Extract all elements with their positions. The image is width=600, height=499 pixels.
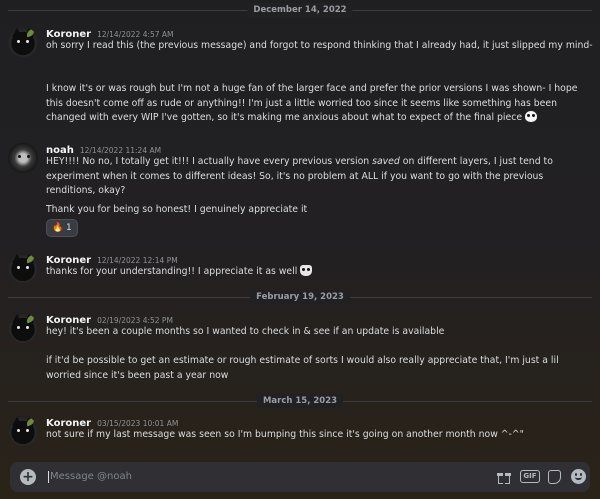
fire-emoji-icon: 🔥 — [52, 223, 64, 233]
message-text: I know it's or was rough but I'm not a h… — [46, 83, 578, 123]
date-divider-label: March 15, 2023 — [256, 394, 344, 408]
avatar[interactable] — [8, 416, 38, 446]
avatar[interactable] — [8, 143, 38, 173]
timestamp: 03/15/2023 10:01 AM — [97, 419, 179, 428]
reaction-button[interactable]: 🔥 1 — [46, 219, 78, 237]
reaction-count: 1 — [66, 223, 72, 233]
timestamp: 12/14/2022 12:14 PM — [97, 256, 178, 265]
panda-emoji-icon — [525, 111, 538, 122]
message: Koroner 12/14/2022 4:57 AM oh sorry I rea… — [0, 25, 600, 125]
avatar[interactable] — [8, 253, 38, 283]
message-input[interactable]: Message @noah — [50, 462, 132, 492]
message-text: thanks for your understanding!! I apprec… — [46, 265, 594, 280]
timestamp: 02/19/2023 4:52 PM — [97, 316, 173, 325]
message-composer: + Message @noah GIF — [10, 462, 590, 492]
gif-icon[interactable]: GIF — [520, 470, 540, 483]
date-divider: February 19, 2023 — [0, 290, 600, 304]
avatar[interactable] — [8, 27, 38, 57]
message: noah 12/14/2022 11:24 AM HEY!!!! No no, I… — [0, 141, 600, 237]
message: Koroner 02/19/2023 4:52 PM hey! it's been… — [0, 311, 600, 386]
message-text: oh sorry I read this (the previous messa… — [46, 40, 593, 51]
gift-icon[interactable] — [497, 470, 511, 484]
chat-messages: December 14, 2022 Koroner 12/14/2022 4:57… — [0, 0, 600, 460]
avatar[interactable] — [8, 313, 38, 343]
timestamp: 12/14/2022 4:57 AM — [97, 30, 174, 39]
message: Koroner 12/14/2022 12:14 PM thanks for yo… — [0, 251, 600, 283]
date-divider-label: December 14, 2022 — [247, 3, 353, 17]
date-divider: March 15, 2023 — [0, 394, 600, 408]
sticker-icon[interactable] — [548, 470, 561, 484]
message-text: hey! it's been a couple months so I want… — [46, 326, 445, 337]
date-divider-label: February 19, 2023 — [250, 290, 350, 304]
message-text: if it'd be possible to get an estimate o… — [46, 355, 559, 381]
timestamp: 12/14/2022 11:24 AM — [79, 146, 162, 155]
message-text: Thank you for being so honest! I genuine… — [46, 204, 308, 215]
message-text: HEY!!!! No no, I totally get it!!! I act… — [46, 156, 553, 196]
plus-circle-icon[interactable]: + — [20, 469, 36, 485]
emoji-icon[interactable] — [571, 469, 586, 484]
message: Koroner 03/15/2023 10:01 AM not sure if m… — [0, 414, 600, 448]
message-text: not sure if my last message was seen so … — [46, 429, 524, 440]
cat-emoji-icon — [300, 265, 313, 276]
date-divider: December 14, 2022 — [0, 3, 600, 17]
text-caret — [48, 471, 49, 483]
